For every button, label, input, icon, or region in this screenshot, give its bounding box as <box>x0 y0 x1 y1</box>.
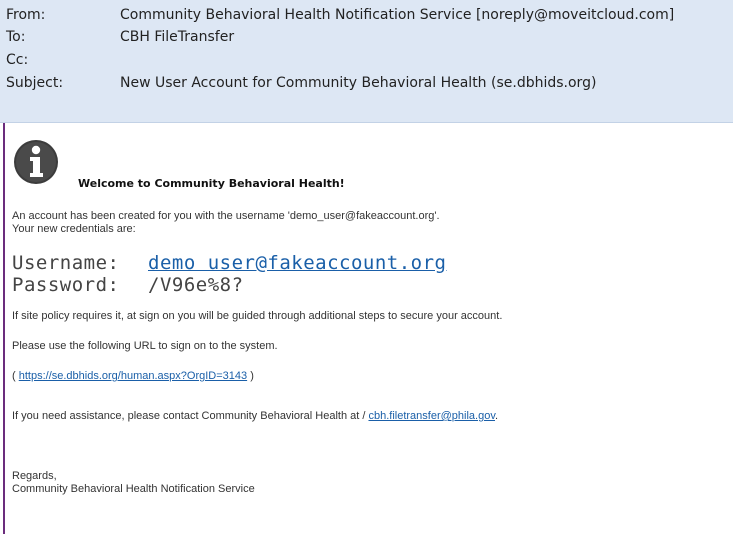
message-body: Welcome to Community Behavioral Health! … <box>12 124 727 534</box>
from-value: Community Behavioral Health Notification… <box>120 7 675 23</box>
password-value: /V96e%8? <box>148 274 244 296</box>
support-email-link[interactable]: cbh.filetransfer@phila.gov <box>368 410 495 422</box>
email-header: From: Community Behavioral Health Notifi… <box>0 0 733 123</box>
credentials-intro-text: Your new credentials are: <box>12 223 136 235</box>
url-close-paren: ) <box>250 370 254 382</box>
signature-text: Community Behavioral Health Notification… <box>12 483 255 495</box>
url-open-paren: ( <box>12 370 16 382</box>
info-circle-icon <box>14 140 58 184</box>
policy-text: If site policy requires it, at sign on y… <box>12 310 503 322</box>
username-label: Username: <box>12 252 120 274</box>
from-label: From: <box>6 7 46 23</box>
subject-label: Subject: <box>6 75 64 91</box>
url-intro-text: Please use the following URL to sign on … <box>12 340 278 352</box>
to-value: CBH FileTransfer <box>120 29 235 45</box>
sign-on-url-link[interactable]: https://se.dbhids.org/human.aspx?OrgID=3… <box>19 370 247 382</box>
reading-pane-border <box>3 123 5 534</box>
regards-text: Regards, <box>12 470 57 482</box>
url-line: ( https://se.dbhids.org/human.aspx?OrgID… <box>12 370 254 382</box>
assistance-text: If you need assistance, please contact C… <box>12 410 366 422</box>
username-link[interactable]: demo user@fakeaccount.org <box>148 252 446 274</box>
subject-value: New User Account for Community Behaviora… <box>120 75 597 91</box>
assistance-end: . <box>495 410 499 422</box>
assistance-line: If you need assistance, please contact C… <box>12 410 498 422</box>
cc-label: Cc: <box>6 52 29 68</box>
account-created-text: An account has been created for you with… <box>12 210 440 222</box>
password-label: Password: <box>12 274 120 296</box>
to-label: To: <box>6 29 26 45</box>
welcome-heading: Welcome to Community Behavioral Health! <box>78 177 345 190</box>
